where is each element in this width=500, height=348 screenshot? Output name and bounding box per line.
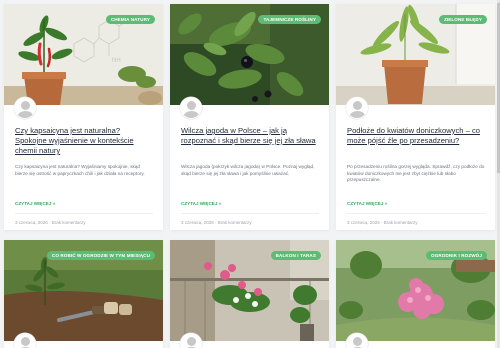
- category-badge[interactable]: Zielone błędy: [438, 15, 487, 24]
- post-card: OH NH Chemia natury Czy kapsaicyna jest: [4, 4, 163, 230]
- post-title[interactable]: Czy kapsaicyna jest naturalna? Spokojne …: [15, 126, 153, 156]
- post-card: Zielone błędy Podłoże do kwiatów doniczk…: [336, 4, 495, 230]
- post-excerpt: Czy kapsaicyna jest naturalna? Wyjaśniam…: [15, 164, 145, 176]
- post-comments[interactable]: Brak komentarzy: [384, 220, 418, 225]
- read-more-link[interactable]: Czytaj więcej »: [347, 201, 387, 206]
- divider: [347, 213, 485, 214]
- category-badge[interactable]: Co robić w ogrodzie w tym miesiącu: [46, 251, 155, 260]
- post-card: Co robić w ogrodzie w tym miesiącu: [4, 240, 163, 348]
- post-title[interactable]: Podłoże do kwiatów doniczkowych – co moż…: [347, 126, 485, 146]
- author-avatar: [346, 333, 368, 348]
- author-avatar: [180, 97, 202, 119]
- post-date: 3 czerwca, 2026: [181, 220, 214, 225]
- post-comments[interactable]: Brak komentarzy: [218, 220, 252, 225]
- post-card: Ogrodnik i rozwój: [336, 240, 495, 348]
- post-date: 3 czerwca, 2026: [15, 220, 48, 225]
- post-meta: 3 czerwca, 2026 · Brak komentarzy: [181, 220, 252, 225]
- post-excerpt: Wilcza jagoda (pokrzyk wilcza jagoda) w …: [181, 164, 315, 176]
- post-excerpt: Po przesadzeniu roślina gorzej wygląda. …: [347, 164, 485, 183]
- author-avatar: [180, 333, 202, 348]
- post-title[interactable]: Wilcza jagoda w Polsce – jak ją rozpozna…: [181, 126, 319, 146]
- divider: [181, 213, 319, 214]
- post-card: Balkon i taras: [170, 240, 329, 348]
- author-avatar: [14, 97, 36, 119]
- author-avatar: [14, 333, 36, 348]
- category-badge[interactable]: Chemia natury: [105, 15, 155, 24]
- author-avatar: [346, 97, 368, 119]
- category-badge[interactable]: Balkon i taras: [270, 251, 321, 260]
- category-badge[interactable]: Ogrodnik i rozwój: [426, 251, 487, 260]
- divider: [15, 213, 153, 214]
- svg-text:NH: NH: [112, 58, 121, 64]
- post-comments[interactable]: Brak komentarzy: [52, 220, 86, 225]
- post-date: 3 czerwca, 2026: [347, 220, 380, 225]
- post-card: Tajemnicze rośliny Wilcza jagoda w Polsc…: [170, 4, 329, 230]
- read-more-link[interactable]: Czytaj więcej »: [181, 201, 221, 206]
- read-more-link[interactable]: Czytaj więcej »: [15, 201, 55, 206]
- post-meta: 3 czerwca, 2026 · Brak komentarzy: [15, 220, 86, 225]
- post-meta: 3 czerwca, 2026 · Brak komentarzy: [347, 220, 418, 225]
- category-badge[interactable]: Tajemnicze rośliny: [258, 15, 321, 24]
